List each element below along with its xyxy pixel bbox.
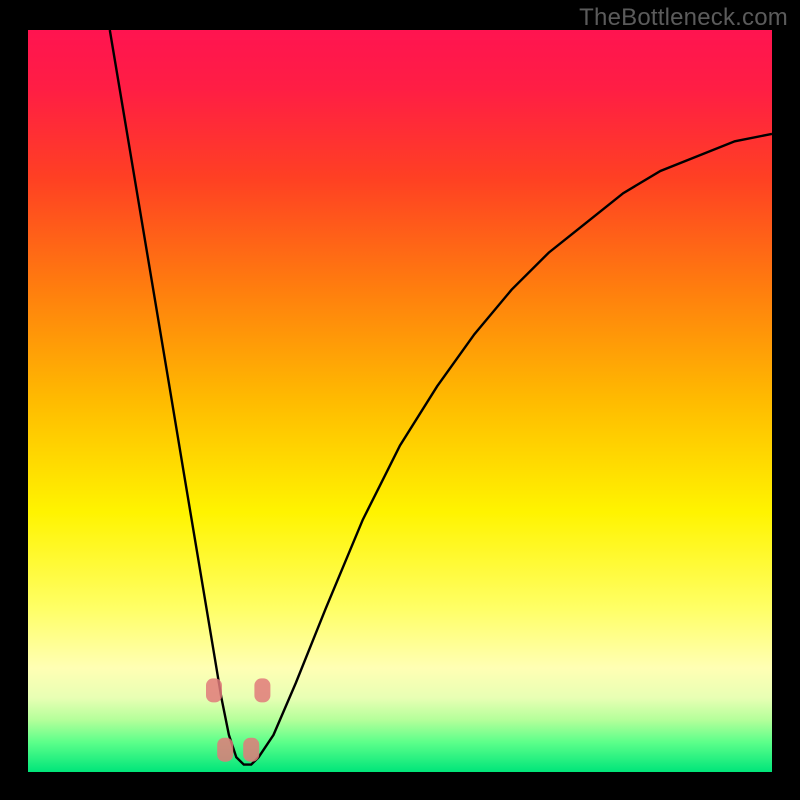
plot-area [28,30,772,772]
bottleneck-curve [110,30,772,765]
curve-marker [217,738,233,762]
curve-markers [206,678,270,761]
curve-marker [254,678,270,702]
watermark-text: TheBottleneck.com [579,4,788,32]
curve-marker [243,738,259,762]
curve-marker [206,678,222,702]
curve-layer [28,30,772,772]
